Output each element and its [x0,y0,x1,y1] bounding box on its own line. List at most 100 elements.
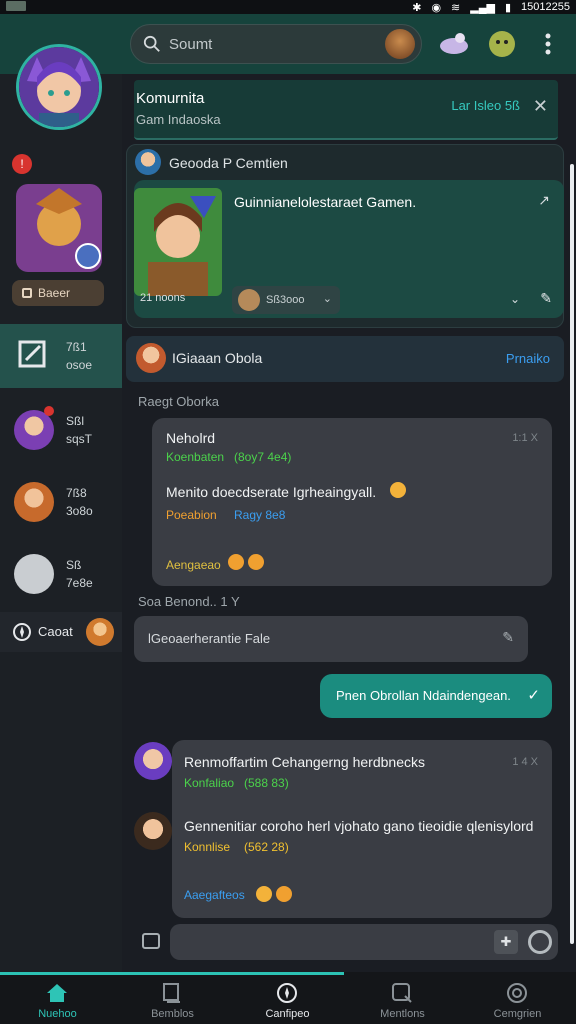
search-bar[interactable]: Soumt [130,24,422,64]
post-game-image [134,188,222,296]
post-author-avatar [135,149,161,175]
pen-icon[interactable]: ✎ [502,629,514,646]
edit-icon [18,340,46,368]
group-header-2: Soa Benond.. 1 Y [138,594,240,609]
emoji-icon [248,554,264,570]
profile-avatar[interactable] [16,44,102,130]
sidebar-item-4[interactable]: Sß 7e8e [0,542,122,606]
notification-badge: ! [12,154,32,174]
collapse-icon[interactable]: ⌄ [510,292,520,306]
message-1-sub2: Poeabion [166,508,217,522]
emoji-icon [276,886,292,902]
message-2-time: 1 4 X [512,756,538,768]
stream-label: Baeer [38,286,71,300]
pinned-avatar [136,343,166,373]
message-2-sub1b: (588 83) [244,776,289,790]
stream-button[interactable]: Baeer [12,280,104,306]
sidebar-item-1-line1: 7ß1 [66,340,87,354]
sidebar-item-2[interactable]: Sßl sqsT [0,398,122,462]
pinned-name: IGiaaan Obola [172,350,263,366]
mention-icon [392,983,412,1003]
pinned-action[interactable]: Prnaiko [506,351,550,366]
sticker-icon[interactable]: ✚ [494,930,518,954]
sidebar-section-label: Caoat [38,624,73,639]
message-2-title: Renmoffartim Cehangerng herdbnecks [184,754,425,770]
attach-icon[interactable] [142,933,160,949]
avatar-face-icon[interactable] [484,26,520,62]
signal-icon: ▂▄▆ [470,1,495,14]
message-1-footer: Aengaeao [166,558,221,572]
tab-explore[interactable]: Canfipeo [230,978,345,1024]
search-avatar[interactable] [385,29,415,59]
search-placeholder: Soumt [169,36,213,53]
book-icon [163,983,180,1003]
message-2-sub1: Konfaliao [184,776,235,790]
check-icon: ✓ [527,687,540,704]
stream-icon [22,288,32,298]
post-meta: 21 noons [140,292,186,304]
scrollbar[interactable] [570,164,574,944]
own-message-bubble[interactable]: Pnen Obrollan Ndaindengean. ✓ [320,674,552,718]
sidebar-item-3-line2: 3o8o [66,504,93,518]
sidebar-item-4-line1: Sß [66,558,82,572]
compass-icon [277,983,297,1003]
tab-home[interactable]: Nuehoo [0,978,115,1024]
mic-icon[interactable] [528,930,552,954]
game-thumbnail[interactable] [16,184,102,272]
own-message-text: Pnen Obrollan Ndaindengean. [336,688,511,703]
message-1-body: Menito doecdserate Igrheaingyall. [166,484,377,500]
sidebar-section[interactable]: Caoat [0,612,122,652]
close-icon[interactable]: ✕ [533,96,548,117]
message-2-sub2b: (562 28) [244,840,289,854]
banner-subtitle: Gam Indaoska [136,112,221,127]
sidebar-item-1[interactable]: 7ß1 osoe [0,324,122,388]
wifi-icon: ≋ [451,1,461,14]
sidebar-item-3-line1: 7ß8 [66,486,87,500]
profile-avatar-image [19,47,99,127]
tab-members-label: Bemblos [151,1008,194,1020]
banner-link[interactable]: Lar Isleo 5ß [451,98,520,113]
message-2-avatar-1[interactable] [134,742,172,780]
bluetooth-icon: ✱ [412,1,422,14]
search-icon [143,35,160,52]
tab-mentions[interactable]: Mentlons [345,978,460,1024]
battery-icon: ▮ [504,1,512,14]
sidebar-item-2-line2: sqsT [66,432,93,446]
tab-settings[interactable]: Cemgrien [460,978,575,1024]
message-bubble-2[interactable]: Renmoffartim Cehangerng herdbnecks 1 4 X… [172,740,552,918]
message-2-sub2: Konnlise [184,840,231,854]
pen-icon[interactable]: ✎ [540,290,552,307]
tab-mentions-label: Mentlons [380,1008,425,1020]
tab-settings-label: Cemgrien [493,1008,542,1020]
message-1-title: Neholrd [166,430,216,446]
post-content[interactable]: Guinnianelolestaraet Gamen. 21 noons Sß3… [134,180,564,318]
home-icon [47,984,67,1002]
tab-members[interactable]: Bemblos [115,978,230,1024]
sidebar-item-3[interactable]: 7ß8 3o8o [0,470,122,534]
composer: ✚ [134,924,558,960]
message-2-body: Gennenitiar coroho herl vjohato gano tie… [184,818,534,834]
community-banner[interactable]: Komurnita Gam Indaoska Lar Isleo 5ß ✕ [134,80,558,140]
controller-icon[interactable] [436,26,472,62]
post-title: Guinnianelolestaraet Gamen. [234,194,417,210]
emoji-icon [256,886,272,902]
expand-icon[interactable]: ↗ [538,192,550,209]
message-1-sub1b: (8oy7 4e4) [234,450,292,464]
sidebar-item-2-avatar [14,410,54,450]
gallery-icon [6,1,26,11]
tab-home-label: Nuehoo [38,1008,77,1020]
tab-bar: Nuehoo Bemblos Canfipeo Mentlons Cemgrie… [0,972,576,1024]
message-bubble-1[interactable]: Neholrd 1:1 X Koenbaten (8oy7 4e4) Menit… [152,418,552,586]
sidebar-section-avatar [86,618,114,646]
sidebar-item-1-line2: osoe [66,358,93,372]
tab-indicator [0,972,344,975]
game-thumbnail-image [16,184,102,272]
sidebar-item-2-line1: Sßl [66,414,84,428]
message-2-avatar-2[interactable] [134,812,172,850]
pinned-chat[interactable]: IGiaaan Obola Prnaiko [126,336,564,382]
chevron-down-icon: ⌄ [322,293,332,305]
reaction-dropdown[interactable]: Sß3ooo ⌄ [232,286,340,314]
reply-preview[interactable]: lGeoaerherantie Fale ✎ [134,616,528,662]
more-icon[interactable] [540,32,556,56]
sidebar-item-4-avatar [14,554,54,594]
